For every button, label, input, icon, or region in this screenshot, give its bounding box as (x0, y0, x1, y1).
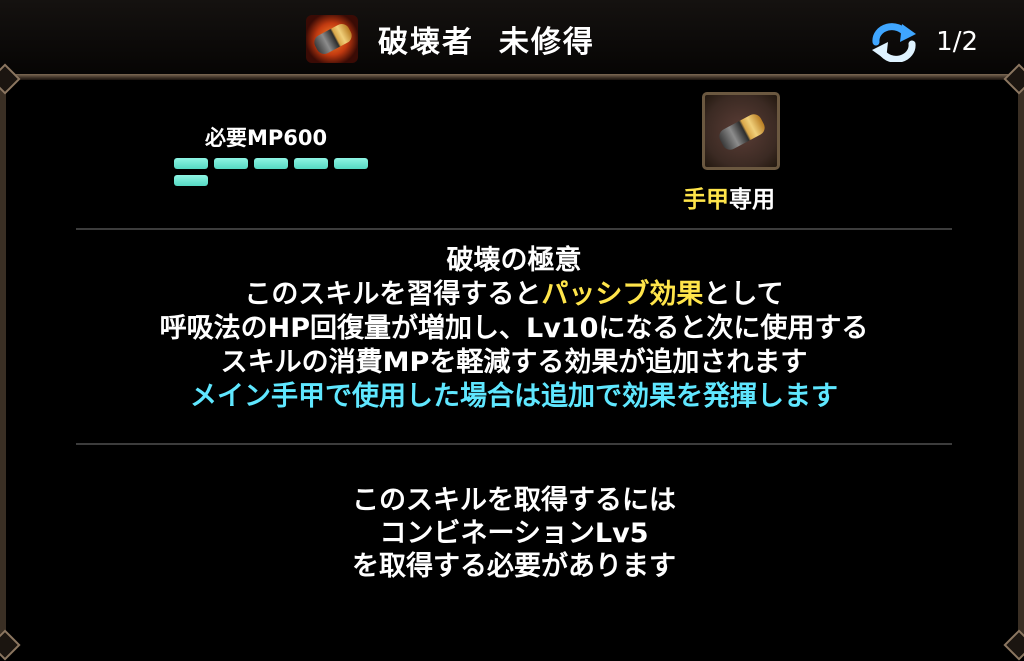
mp-bar-segment (294, 158, 328, 169)
weapon-gauntlet-icon (702, 92, 780, 170)
requirement-line-2: コンビネーションLv5 (379, 518, 649, 549)
mp-bar-segment (174, 175, 208, 186)
weapon-restriction-label: 手甲専用 (683, 180, 775, 214)
gauntlet-icon (306, 15, 358, 63)
weapon-only-text: 専用 (729, 187, 775, 213)
weapon-type-text: 手甲 (683, 187, 729, 213)
skill-description: 破壊の極意 このスキルを習得するとパッシブ効果として 呼吸法のHP回復量が増加し… (76, 244, 952, 414)
divider-top (76, 228, 952, 230)
description-text: このスキルを習得すると (244, 279, 542, 310)
page-number: 1/2 (936, 27, 978, 57)
mp-bar-segment (214, 158, 248, 169)
page-switcher[interactable]: 1/2 (870, 22, 978, 62)
acquisition-requirement: このスキルを取得するには コンビネーションLv5 を取得する必要があります (76, 484, 952, 583)
required-mp-label: 必要MP600 (205, 126, 328, 150)
requirement-line-1: このスキルを取得するには (352, 485, 676, 516)
mp-bar-segment (174, 158, 208, 169)
description-line-2: 呼吸法のHP回復量が増加し、Lv10になると次に使用する (159, 313, 869, 344)
mp-bar-segment (334, 158, 368, 169)
description-text: として (703, 279, 784, 310)
description-line-3: スキルの消費MPを軽減する効果が追加されます (220, 347, 808, 378)
header-bar: 破壊者 未修得 1/2 (0, 0, 1024, 78)
skill-effect-name: 破壊の極意 (446, 245, 582, 276)
requirement-line-3: を取得する必要があります (352, 551, 676, 582)
description-line-1: このスキルを習得するとパッシブ効果として (76, 278, 952, 312)
refresh-icon[interactable] (870, 22, 918, 62)
title-group: 破壊者 未修得 (306, 14, 595, 64)
description-line-4: メイン手甲で使用した場合は追加で効果を発揮します (190, 381, 838, 412)
passive-effect-highlight: パッシブ効果 (541, 279, 704, 310)
skill-title: 破壊者 未修得 (378, 25, 595, 60)
mp-cost-bar (174, 158, 374, 186)
header-divider (0, 74, 1024, 80)
divider-bottom (76, 443, 952, 445)
mp-bar-segment (254, 158, 288, 169)
